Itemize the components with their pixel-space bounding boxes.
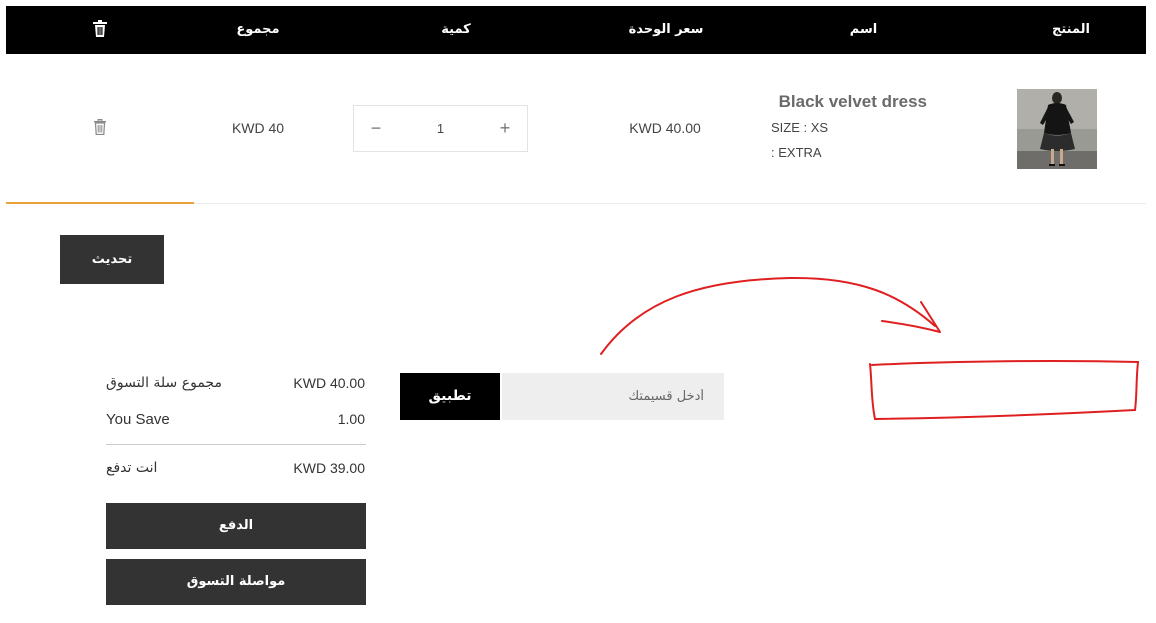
subtotal-label: مجموع سلة التسوق (106, 375, 222, 391)
cart-table-header: المنتج اسم سعر الوحدة كمية مجموع (6, 6, 1146, 54)
coupon-input[interactable] (502, 373, 724, 420)
product-name[interactable]: Black velvet dress (700, 92, 927, 112)
unit-price: KWD 40.00 (629, 120, 701, 136)
trash-icon[interactable] (93, 119, 107, 135)
header-total: مجموع (236, 22, 280, 37)
you-save-value: 1.00 (337, 411, 365, 427)
you-save-label: You Save (106, 411, 170, 428)
apply-coupon-button[interactable]: تطبيق (400, 373, 500, 420)
trash-icon[interactable] (92, 20, 108, 38)
checkout-button[interactable]: الدفع (106, 503, 366, 549)
quantity-input[interactable] (404, 106, 477, 151)
update-cart-button[interactable]: تحديث (60, 235, 164, 284)
header-product: المنتج (1051, 22, 1091, 37)
continue-shopping-button[interactable]: مواصلة التسوق (106, 559, 366, 605)
header-unit-price: سعر الوحدة (628, 22, 704, 37)
increase-quantity-button[interactable]: + (485, 106, 525, 151)
product-extra: : EXTRA (771, 145, 822, 160)
subtotal-value: KWD 40.00 (293, 375, 365, 391)
product-size: SIZE : XS (771, 120, 829, 135)
decrease-quantity-button[interactable]: − (356, 106, 396, 151)
header-quantity: كمية (441, 22, 471, 37)
product-image[interactable] (1017, 89, 1097, 169)
row-total: KWD 40 (231, 120, 285, 136)
header-name: اسم (849, 22, 878, 37)
annotation-box (869, 360, 1140, 421)
product-photo (1017, 89, 1097, 169)
you-pay-label: انت تدفع (106, 460, 158, 476)
divider-accent (6, 202, 194, 204)
annotation-arrow (600, 276, 936, 355)
you-pay-value: KWD 39.00 (293, 460, 365, 476)
annotation-arrowhead (881, 301, 941, 333)
quantity-stepper: − + (353, 105, 528, 152)
summary-divider (106, 444, 366, 445)
